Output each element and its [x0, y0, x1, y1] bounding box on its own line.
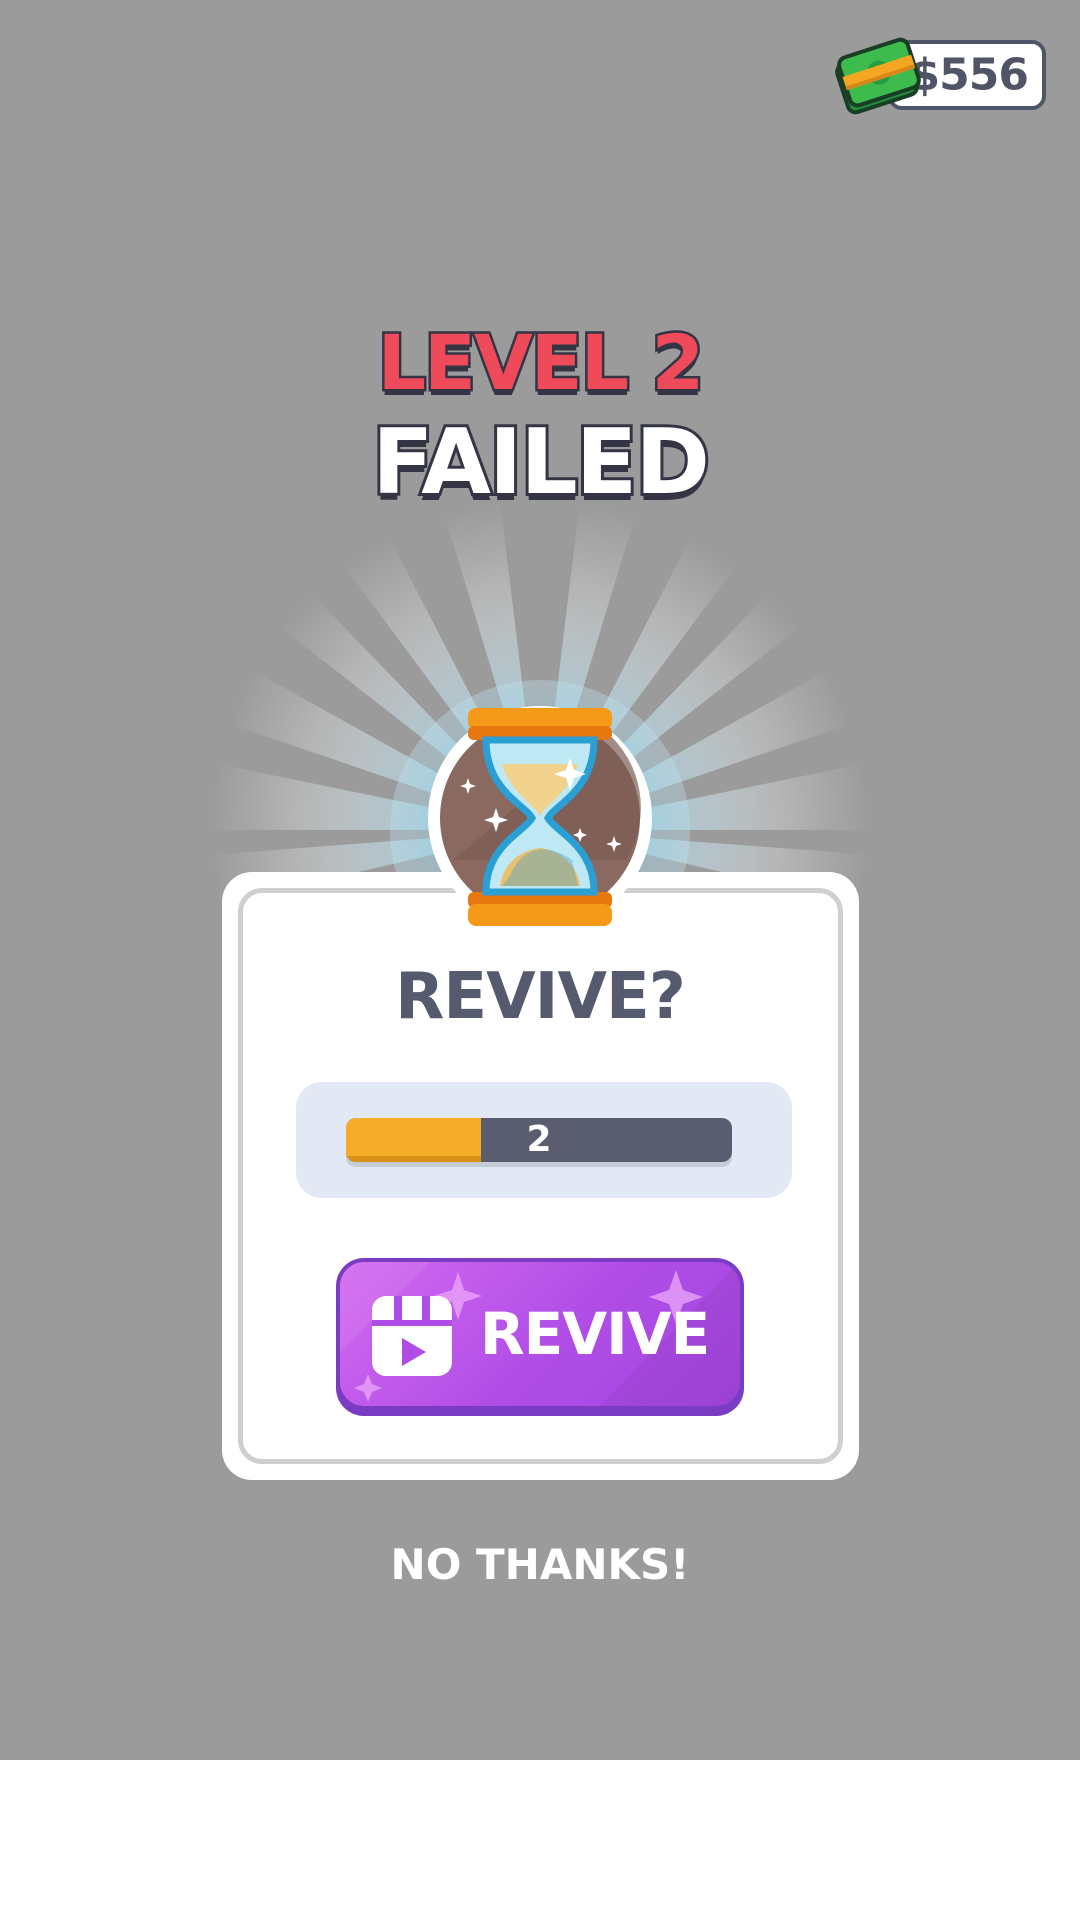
video-ad-icon: [372, 1296, 452, 1376]
revive-button[interactable]: REVIVE: [336, 1258, 744, 1416]
level-title: LEVEL 2: [375, 316, 707, 410]
game-over-screen: $556 LEVEL 2 FAILED REVIVE? 2 REVIVE NO …: [0, 0, 1080, 1760]
no-thanks-button[interactable]: NO THANKS!: [0, 1540, 1080, 1589]
cash-stack-icon: [835, 37, 921, 115]
bottom-blank-area: [0, 1760, 1080, 1920]
revive-timer-count: 2: [526, 1119, 552, 1160]
revive-button-face: REVIVE: [340, 1262, 740, 1406]
revive-timer-panel: 2: [296, 1082, 792, 1198]
currency-badge: $556: [828, 30, 1053, 122]
hourglass-icon: [428, 706, 652, 930]
revive-question: REVIVE?: [395, 960, 686, 1034]
revive-button-label: REVIVE: [480, 1300, 710, 1368]
revive-timer-bar: 2: [346, 1118, 732, 1162]
